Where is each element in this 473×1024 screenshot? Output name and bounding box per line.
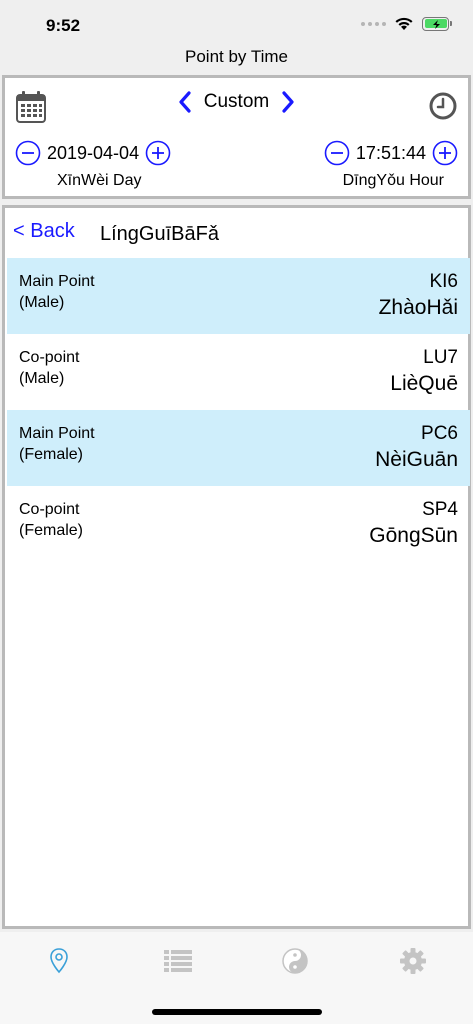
row-label-line2: (Female) — [19, 522, 84, 539]
time-value: 17:51:44 — [355, 142, 426, 163]
status-icons — [361, 16, 452, 31]
status-bar: 9:52 — [0, 0, 473, 44]
point-list-panel: < Back LíngGuīBāFǎ Main Point (Male) KI6… — [2, 205, 471, 929]
location-pin-icon — [50, 948, 68, 974]
point-rows: Main Point (Male) KI6 ZhàoHǎi Co-point (… — [7, 258, 470, 562]
gear-icon — [400, 948, 426, 974]
row-label: Co-point (Male) — [19, 347, 79, 389]
mode-label: Custom — [203, 91, 270, 112]
row-label-line2: (Male) — [19, 294, 65, 311]
chevron-right-icon[interactable] — [279, 90, 297, 114]
date-time-selector-panel: Custom 2019-04-04 XīnWèi Day 17:51:44 Dī… — [2, 75, 471, 199]
nav-title: Point by Time — [185, 47, 288, 66]
yin-yang-icon — [282, 948, 308, 974]
point-row[interactable]: Main Point (Female) PC6 NèiGuān — [7, 410, 470, 486]
point-code: SP4 — [422, 499, 458, 520]
point-code: KI6 — [429, 271, 458, 292]
date-sub-label: XīnWèi Day — [57, 172, 142, 189]
time-sub-label: DīngYǒu Hour — [342, 172, 444, 189]
row-label: Main Point (Female) — [19, 423, 95, 465]
point-name: LièQuē — [390, 372, 458, 395]
method-title: LíngGuīBāFǎ — [100, 223, 219, 245]
row-label-line1: Co-point — [19, 501, 80, 518]
point-name: ZhàoHǎi — [378, 296, 458, 319]
mode-switcher: Custom — [5, 90, 468, 114]
clock-icon[interactable] — [428, 91, 458, 121]
list-header: < Back LíngGuīBāFǎ — [5, 208, 468, 258]
wifi-icon — [395, 17, 413, 30]
tab-settings[interactable] — [398, 946, 428, 976]
tab-point-by-time[interactable] — [44, 946, 74, 976]
point-name: NèiGuān — [375, 448, 458, 471]
status-time: 9:52 — [46, 16, 81, 35]
date-stepper: 2019-04-04 — [15, 140, 171, 166]
point-code: PC6 — [421, 423, 458, 444]
time-stepper: 17:51:44 — [324, 140, 458, 166]
row-label-line1: Main Point — [19, 425, 95, 442]
tab-yin-yang[interactable] — [280, 946, 310, 976]
time-increment-button[interactable] — [432, 140, 458, 166]
point-row[interactable]: Co-point (Male) LU7 LièQuē — [7, 334, 470, 410]
home-indicator[interactable] — [152, 1009, 322, 1015]
point-code: LU7 — [423, 347, 458, 368]
cellular-signal-icon — [361, 21, 386, 26]
point-name: GōngSūn — [369, 524, 458, 547]
row-label-line2: (Male) — [19, 370, 65, 387]
list-icon — [164, 950, 192, 972]
row-label-line1: Main Point — [19, 273, 95, 290]
date-decrement-button[interactable] — [15, 140, 41, 166]
back-button[interactable]: < Back — [13, 220, 75, 243]
point-row[interactable]: Main Point (Male) KI6 ZhàoHǎi — [7, 258, 470, 334]
date-value: 2019-04-04 — [47, 142, 140, 163]
row-label-line1: Co-point — [19, 349, 80, 366]
point-row[interactable]: Co-point (Female) SP4 GōngSūn — [7, 486, 470, 562]
battery-icon — [422, 16, 452, 31]
row-label: Main Point (Male) — [19, 271, 95, 313]
tab-list[interactable] — [163, 946, 193, 976]
chevron-left-icon[interactable] — [176, 90, 194, 114]
row-label-line2: (Female) — [19, 446, 84, 463]
date-increment-button[interactable] — [145, 140, 171, 166]
time-decrement-button[interactable] — [324, 140, 350, 166]
row-label: Co-point (Female) — [19, 499, 83, 541]
